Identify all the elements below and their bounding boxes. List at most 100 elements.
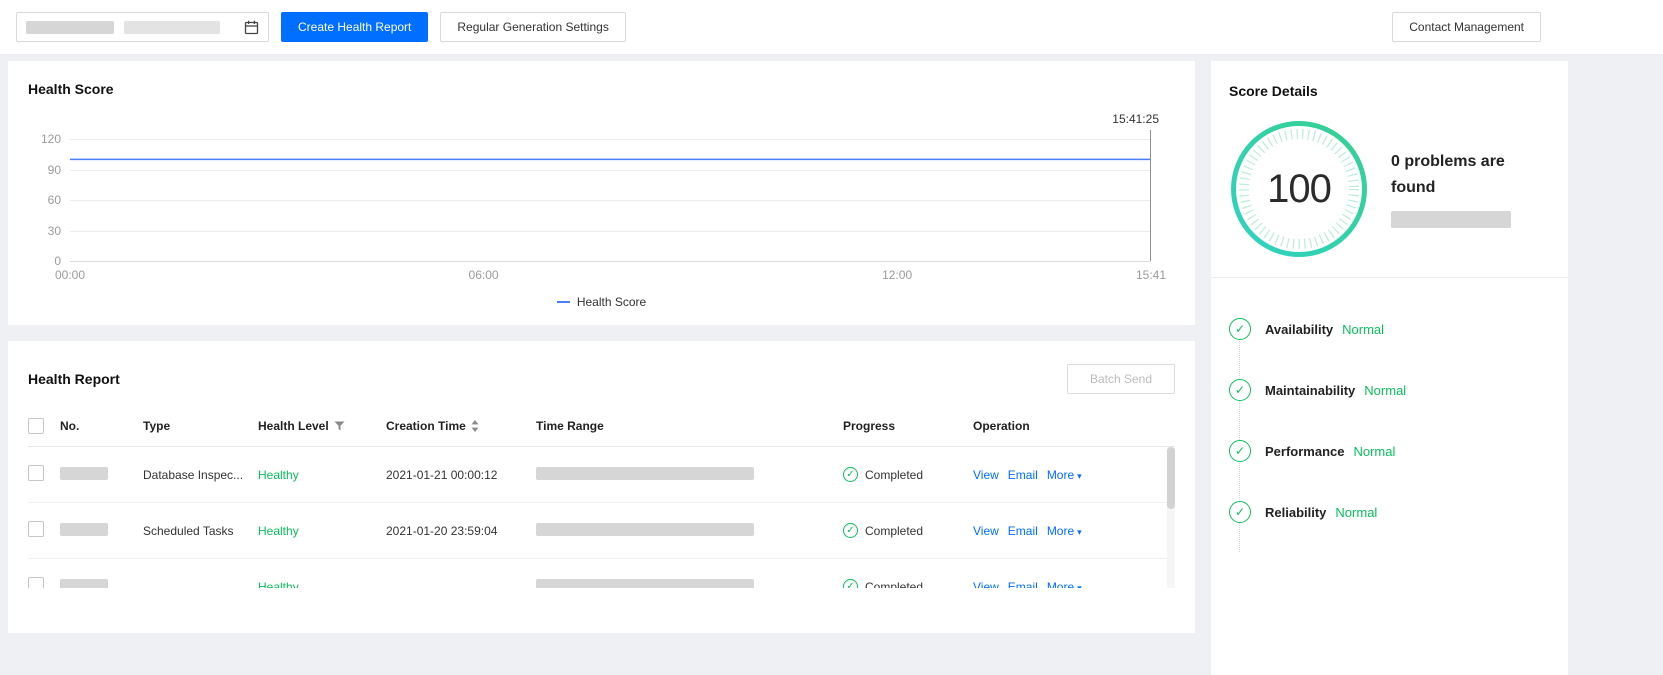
sort-icon[interactable] xyxy=(471,420,479,432)
check-circle-icon: ✓ xyxy=(1229,501,1251,523)
cell-no xyxy=(60,523,143,539)
x-axis-tick-label: 12:00 xyxy=(882,268,912,282)
redacted-report-no xyxy=(60,467,108,480)
email-link[interactable]: Email xyxy=(1008,468,1038,482)
table-scrollbar-thumb[interactable] xyxy=(1167,447,1175,509)
column-header-creation-time: Creation Time xyxy=(386,419,536,433)
redacted-date-text xyxy=(124,21,220,34)
score-gauge: 100 xyxy=(1229,119,1369,259)
completed-check-icon: ✓ xyxy=(843,523,858,538)
progress-text: Completed xyxy=(865,580,923,589)
more-link[interactable]: More▾ xyxy=(1047,580,1082,589)
more-link[interactable]: More▾ xyxy=(1047,468,1082,482)
email-link[interactable]: Email xyxy=(1008,580,1038,589)
score-dimension-list: ✓ Availability Normal ✓ Maintainability … xyxy=(1229,318,1550,523)
dimension-availability: ✓ Availability Normal xyxy=(1229,318,1550,340)
check-circle-icon: ✓ xyxy=(1229,379,1251,401)
dimension-reliability: ✓ Reliability Normal xyxy=(1229,501,1550,523)
cell-select xyxy=(28,521,60,540)
table-row: Healthy ✓ Completed View Email More▾ xyxy=(28,559,1175,588)
health-level: Healthy xyxy=(258,468,386,482)
left-column: Health Score 030609012000:0006:0012:0015… xyxy=(8,61,1195,633)
progress-status: ✓ Completed xyxy=(843,523,973,538)
column-header-health-level: Health Level xyxy=(258,419,386,433)
cell-operation: View Email More▾ xyxy=(973,580,1175,589)
table-header-row: No. Type Health Level Creation Time Time… xyxy=(28,405,1175,447)
problems-found-text: 0 problems are found xyxy=(1391,149,1523,200)
cell-operation: View Email More▾ xyxy=(973,524,1175,538)
column-header-no: No. xyxy=(60,419,143,433)
chart-gridline xyxy=(70,261,1151,262)
y-axis-tick-label: 90 xyxy=(48,163,61,177)
cell-select xyxy=(28,465,60,484)
score-divider xyxy=(1211,277,1568,278)
chart-legend: Health Score xyxy=(28,295,1175,309)
view-link[interactable]: View xyxy=(973,580,999,589)
filter-icon[interactable] xyxy=(334,421,345,431)
top-toolbar: Create Health Report Regular Generation … xyxy=(0,0,1663,54)
y-axis-tick-label: 0 xyxy=(54,254,61,268)
health-score-card: Health Score 030609012000:0006:0012:0015… xyxy=(8,61,1195,325)
main-content: Health Score 030609012000:0006:0012:0015… xyxy=(0,54,1663,675)
x-axis-tick-label: 06:00 xyxy=(469,268,499,282)
dimension-performance: ✓ Performance Normal xyxy=(1229,440,1550,462)
view-link[interactable]: View xyxy=(973,468,999,482)
redacted-instance-text xyxy=(26,21,114,34)
y-axis-tick-label: 60 xyxy=(48,193,61,207)
more-caret-icon: ▾ xyxy=(1077,583,1082,589)
column-header-operation: Operation xyxy=(973,419,1175,433)
cell-time-range xyxy=(536,579,843,589)
completed-check-icon: ✓ xyxy=(843,579,858,588)
y-axis-tick-label: 30 xyxy=(48,224,61,238)
row-checkbox[interactable] xyxy=(28,521,44,537)
instance-date-picker[interactable] xyxy=(16,12,269,42)
legend-label: Health Score xyxy=(577,295,646,309)
more-caret-icon: ▾ xyxy=(1077,527,1082,537)
select-all-checkbox[interactable] xyxy=(28,418,44,434)
regular-generation-settings-button[interactable]: Regular Generation Settings xyxy=(440,12,625,42)
legend-marker-icon xyxy=(557,301,570,303)
contact-management-button[interactable]: Contact Management xyxy=(1392,12,1541,42)
email-link[interactable]: Email xyxy=(1008,524,1038,538)
health-score-title: Health Score xyxy=(28,81,1175,97)
score-summary: 0 problems are found xyxy=(1391,119,1523,259)
redacted-time-range xyxy=(536,579,754,589)
more-caret-icon: ▾ xyxy=(1077,471,1082,481)
column-header-progress: Progress xyxy=(843,419,973,433)
calendar-icon[interactable] xyxy=(244,20,259,35)
redacted-report-no xyxy=(60,523,108,536)
row-checkbox[interactable] xyxy=(28,465,44,481)
more-link[interactable]: More▾ xyxy=(1047,524,1082,538)
cell-no xyxy=(60,467,143,483)
redacted-time-range xyxy=(536,467,754,480)
chart-cursor-line xyxy=(1150,130,1151,261)
creation-time: 2021-01-21 00:00:12 xyxy=(386,468,536,482)
view-link[interactable]: View xyxy=(973,524,999,538)
row-checkbox[interactable] xyxy=(28,577,44,588)
cell-operation: View Email More▾ xyxy=(973,468,1175,482)
create-health-report-button[interactable]: Create Health Report xyxy=(281,12,428,42)
completed-check-icon: ✓ xyxy=(843,467,858,482)
health-level: Healthy xyxy=(258,580,386,589)
score-details-title: Score Details xyxy=(1229,83,1550,99)
dimension-maintainability: ✓ Maintainability Normal xyxy=(1229,379,1550,401)
health-report-card: Health Report Batch Send No. Type Health… xyxy=(8,341,1195,633)
cell-time-range xyxy=(536,467,843,483)
cell-no xyxy=(60,579,143,589)
cell-time-range xyxy=(536,523,843,539)
y-axis-tick-label: 120 xyxy=(41,132,61,146)
health-score-chart: 030609012000:0006:0012:0015:4115:41:25 xyxy=(70,139,1151,261)
score-gauge-row: 100 0 problems are found xyxy=(1229,119,1550,259)
redacted-report-no xyxy=(60,579,108,589)
x-axis-tick-label: 15:41 xyxy=(1136,268,1166,282)
cell-select xyxy=(28,577,60,588)
redacted-instance-name xyxy=(1391,211,1511,228)
progress-status: ✓ Completed xyxy=(843,579,973,588)
progress-status: ✓Completed xyxy=(843,467,973,482)
report-type: Scheduled Tasks xyxy=(143,524,258,538)
table-row: Scheduled TasksHealthy2021-01-20 23:59:0… xyxy=(28,503,1175,559)
progress-text: Completed xyxy=(865,524,923,538)
batch-send-button[interactable]: Batch Send xyxy=(1067,364,1175,394)
score-details-card: Score Details 100 0 problems are found xyxy=(1211,61,1568,675)
x-axis-tick-label: 00:00 xyxy=(55,268,85,282)
